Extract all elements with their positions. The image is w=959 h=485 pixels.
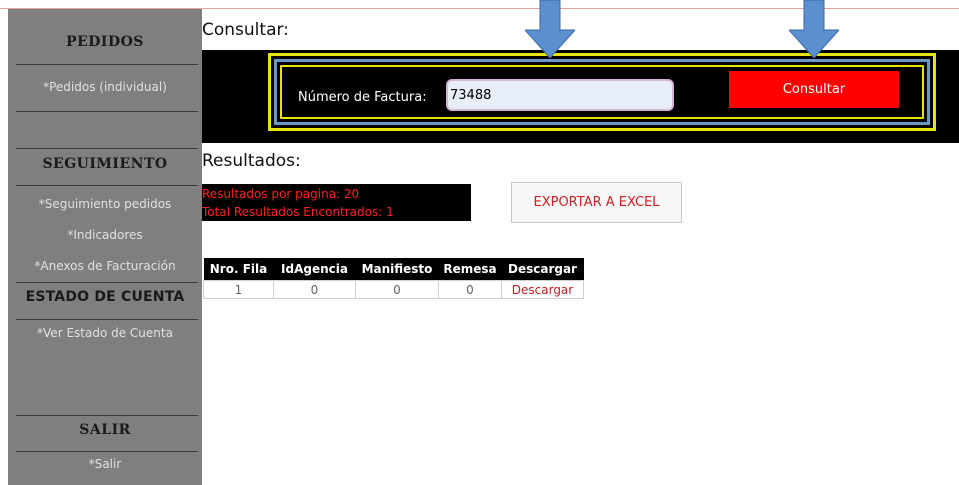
results-table: Nro. Fila IdAgencia Manifiesto Remesa De… [203, 258, 584, 299]
sidebar-section-seguimiento: SEGUIMIENTO [42, 156, 168, 172]
table-header-row: Nro. Fila IdAgencia Manifiesto Remesa De… [203, 258, 584, 281]
results-per-page: Resultados por pagina: 20 [202, 187, 360, 201]
sidebar-item-seguimiento-pedidos[interactable]: *Seguimiento pedidos [8, 197, 202, 211]
cell-idagencia: 0 [273, 280, 356, 299]
sidebar-item-indicadores[interactable]: *Indicadores [8, 228, 202, 242]
cell-nro-fila: 1 [203, 280, 274, 299]
table-row: 1 0 0 0 Descargar [203, 280, 584, 299]
sidebar-divider [16, 415, 198, 416]
sidebar-divider [16, 111, 198, 112]
cell-remesa: 0 [438, 280, 502, 299]
export-excel-button[interactable]: EXPORTAR A EXCEL [511, 182, 682, 223]
column-header-nro-fila: Nro. Fila [203, 258, 274, 281]
column-header-remesa: Remesa [438, 258, 502, 281]
sidebar-section-estado-cuenta: ESTADO DE CUENTA [25, 289, 185, 305]
cell-manifiesto: 0 [355, 280, 439, 299]
column-header-manifiesto: Manifiesto [355, 258, 439, 281]
column-header-idagencia: IdAgencia [273, 258, 356, 281]
sidebar-item-pedidos-individual[interactable]: *Pedidos (individual) [8, 80, 202, 94]
sidebar-divider [16, 282, 198, 283]
sidebar-divider [16, 319, 198, 320]
sidebar-item-salir[interactable]: *Salir [8, 457, 202, 471]
sidebar-divider [16, 64, 198, 65]
sidebar-section-pedidos: PEDIDOS [66, 34, 144, 50]
annotation-arrow-down-icon [789, 0, 839, 58]
resultados-heading: Resultados: [202, 151, 301, 171]
results-total: Total Resultados Encontrados: 1 [202, 205, 394, 219]
sidebar-menu: PEDIDOS *Pedidos (individual) SEGUIMIENT… [8, 9, 202, 485]
descargar-link[interactable]: Descargar [501, 280, 584, 299]
invoice-number-input[interactable] [446, 79, 674, 111]
results-summary: Resultados por pagina: 20 Total Resultad… [202, 184, 471, 221]
sidebar-divider [16, 185, 198, 186]
consultar-heading: Consultar: [202, 20, 289, 40]
sidebar-section-salir: SALIR [79, 422, 131, 438]
sidebar-divider [16, 148, 198, 149]
annotation-arrow-down-icon [525, 0, 575, 58]
invoice-number-label: Número de Factura: [298, 90, 427, 105]
sidebar-item-anexos-facturacion[interactable]: *Anexos de Facturación [8, 259, 202, 273]
sidebar-divider [16, 451, 198, 452]
consultar-button[interactable]: Consultar [729, 71, 899, 108]
column-header-descargar: Descargar [501, 258, 584, 281]
sidebar-item-ver-estado-cuenta[interactable]: *Ver Estado de Cuenta [8, 326, 202, 340]
